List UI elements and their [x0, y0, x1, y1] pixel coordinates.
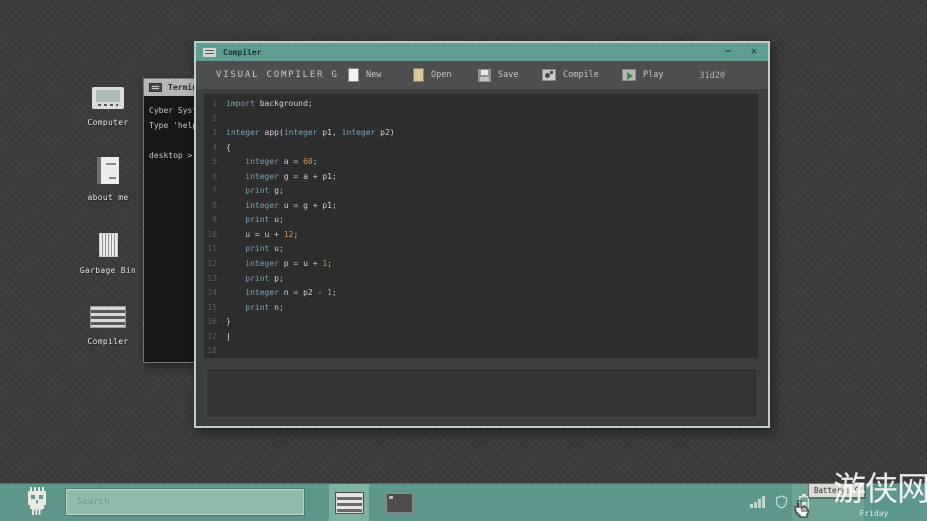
signal-bars-icon — [750, 496, 766, 511]
code-text: { — [226, 141, 231, 156]
line-number: 2 — [204, 112, 226, 127]
computer-icon — [92, 87, 124, 109]
code-line: 2 — [204, 112, 758, 127]
toolbar-button-label: Play — [643, 70, 663, 80]
toolbar-button-label: Open — [431, 70, 451, 80]
compiler-toolbar: VISUAL COMPILER G New Open Save Compile Play… — [196, 61, 768, 89]
code-text: u = u + 12; — [226, 228, 298, 243]
code-text: print u; — [226, 242, 284, 257]
new-icon — [348, 68, 359, 82]
line-number: 9 — [204, 213, 226, 228]
line-number: 8 — [204, 199, 226, 214]
code-line: 17| — [204, 330, 758, 345]
code-line: 14 integer n = p2 - 1; — [204, 286, 758, 301]
code-editor[interactable]: 1import background;23integer app(integer… — [204, 94, 758, 358]
code-line: 1import background; — [204, 97, 758, 112]
code-text: integer n = p2 - 1; — [226, 286, 337, 301]
code-line: 6 integer g = a + p1; — [204, 170, 758, 185]
line-number: 10 — [204, 228, 226, 243]
code-text: } — [226, 315, 231, 330]
compiler-titlebar[interactable]: Compiler − ✕ — [196, 43, 768, 61]
output-console — [206, 368, 758, 418]
compiler-window-icon — [203, 48, 216, 57]
play-icon — [622, 69, 636, 81]
search-input[interactable] — [66, 489, 304, 515]
toolbar-button-label: Save — [498, 70, 518, 80]
garbage-bin-icon — [99, 233, 118, 257]
code-line: 12 integer p = u + 1; — [204, 257, 758, 272]
compiler-icon — [90, 306, 126, 328]
line-number: 12 — [204, 257, 226, 272]
security-shield-button[interactable] — [770, 484, 792, 521]
code-line: 4{ — [204, 141, 758, 156]
code-text: print g; — [226, 184, 284, 199]
code-text: integer g = a + p1; — [226, 170, 337, 185]
battery-tooltip: Battery: 9 — [808, 483, 865, 498]
code-line: 7 print g; — [204, 184, 758, 199]
code-text: integer p = u + 1; — [226, 257, 332, 272]
terminal-window-icon — [386, 493, 413, 513]
start-button[interactable] — [20, 487, 54, 519]
code-line: 18 — [204, 344, 758, 358]
save-button[interactable]: Save — [478, 66, 518, 84]
code-line: 8 integer u = g + p1; — [204, 199, 758, 214]
desktop-screen: Computerabout meGarbage BinCompiler Term… — [0, 0, 927, 521]
toolbar-button-label: New — [366, 70, 381, 80]
app-name: VISUAL COMPILER G — [216, 70, 339, 80]
line-number: 1 — [204, 97, 226, 112]
save-icon — [478, 69, 491, 82]
line-number: 15 — [204, 301, 226, 316]
code-line: 9 print u; — [204, 213, 758, 228]
taskbar-compiler-button[interactable] — [329, 484, 369, 521]
code-text: print u; — [226, 213, 284, 228]
dice-counter: 31d20 — [699, 71, 725, 81]
code-line: 10 u = u + 12; — [204, 228, 758, 243]
code-text: import background; — [226, 97, 313, 112]
line-number: 16 — [204, 315, 226, 330]
about-me-icon — [97, 157, 119, 184]
taskbar: Friday — [0, 483, 927, 521]
line-number: 14 — [204, 286, 226, 301]
code-line: 15 print n; — [204, 301, 758, 316]
taskbar-terminal-button[interactable] — [379, 484, 419, 521]
code-text: integer u = g + p1; — [226, 199, 337, 214]
terminal-icon — [149, 83, 162, 92]
open-icon — [413, 68, 424, 82]
toolbar-button-label: Compile — [563, 70, 599, 80]
compile-icon — [542, 69, 556, 81]
minimize-button[interactable]: − — [721, 43, 735, 61]
line-number: 6 — [204, 170, 226, 185]
network-signal-button[interactable] — [745, 484, 771, 521]
code-line: 16} — [204, 315, 758, 330]
code-line: 5 integer a = 60; — [204, 155, 758, 170]
window-controls: − ✕ — [721, 43, 761, 61]
compiler-window[interactable]: Compiler − ✕ VISUAL COMPILER G New Open Sa… — [194, 41, 770, 428]
line-number: 11 — [204, 242, 226, 257]
code-line: 11 print u; — [204, 242, 758, 257]
code-text: print p; — [226, 272, 284, 287]
line-number: 18 — [204, 344, 226, 358]
skull-icon — [24, 487, 50, 520]
compiler-window-icon — [336, 493, 363, 513]
line-number: 4 — [204, 141, 226, 156]
code-line: 13 print p; — [204, 272, 758, 287]
new-button[interactable]: New — [348, 66, 381, 84]
code-text: print n; — [226, 301, 284, 316]
play-button[interactable]: Play — [622, 66, 663, 84]
line-number: 17 — [204, 330, 226, 345]
code-text: integer a = 60; — [226, 155, 318, 170]
code-text: integer app(integer p1, integer p2) — [226, 126, 395, 141]
line-number: 5 — [204, 155, 226, 170]
compile-button[interactable]: Compile — [542, 66, 599, 84]
code-text: | — [226, 330, 231, 345]
open-button[interactable]: Open — [413, 66, 451, 84]
close-button[interactable]: ✕ — [747, 43, 761, 61]
code-line: 3integer app(integer p1, integer p2) — [204, 126, 758, 141]
clock-day: Friday — [844, 509, 904, 518]
line-number: 3 — [204, 126, 226, 141]
line-number: 7 — [204, 184, 226, 199]
line-number: 13 — [204, 272, 226, 287]
shield-icon — [775, 495, 788, 512]
compiler-title: Compiler — [223, 48, 262, 57]
